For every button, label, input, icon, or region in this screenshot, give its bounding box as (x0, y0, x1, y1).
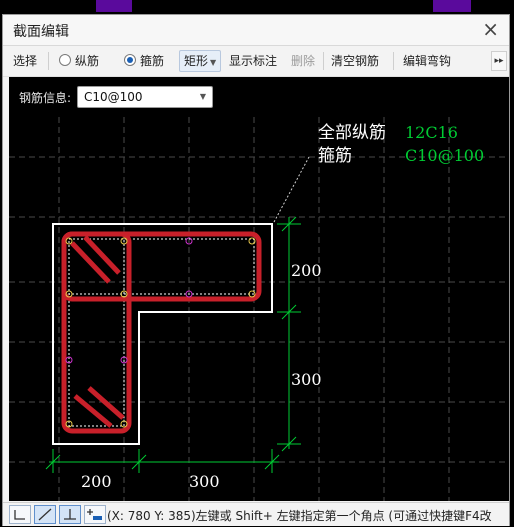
annotation-longitudinal-value: 12C16 (405, 123, 458, 142)
chevron-down-icon: ▼ (199, 92, 206, 101)
dialog-titlebar[interactable]: 截面编辑 × (3, 15, 509, 46)
bottom-dimension (45, 449, 280, 473)
stirrup-hook (70, 241, 111, 284)
ortho-icon (14, 510, 25, 520)
perpendicular-mode-button[interactable] (59, 505, 81, 524)
stirrups[interactable] (61, 231, 262, 434)
dimension-right-bottom: 300 (291, 370, 322, 389)
dimension-bottom-left: 200 (81, 472, 112, 491)
annotation-stirrup-label: 箍筋 (318, 146, 352, 166)
shape-dropdown[interactable]: 矩形 ▼ (179, 50, 222, 72)
rebar-info-value: C10@100 (84, 90, 143, 104)
toolbar: 选择 纵筋 箍筋 矩形 ▼ 显示标注 删除 清空钢筋 编辑弯钩 ▸▸ (3, 46, 509, 77)
dimension-right-top: 200 (291, 261, 322, 280)
vertical-stirrup (61, 231, 132, 434)
section-edit-dialog: 截面编辑 × 选择 纵筋 箍筋 矩形 ▼ 显示标注 删除 清空钢筋 编辑弯钩 ▸▸ (2, 14, 510, 526)
toolbar-separator (323, 52, 324, 70)
ortho-mode-button[interactable] (9, 505, 31, 524)
toolbar-overflow-button[interactable]: ▸▸ (491, 51, 507, 71)
status-text: (X: 780 Y: 385)左键或 Shift+ 左键指定第一个角点 (可通过… (107, 509, 492, 523)
clear-rebar-button[interactable]: 清空钢筋 (331, 46, 379, 76)
stirrup-radio[interactable] (124, 54, 136, 66)
add-point-button[interactable] (84, 505, 106, 524)
annotation-longitudinal-label: 全部纵筋 (318, 123, 386, 143)
chevron-down-icon: ▼ (210, 58, 217, 67)
toolbar-separator (48, 52, 49, 70)
select-button[interactable]: 选择 (13, 46, 37, 76)
rebar-info-select[interactable]: C10@100 ▼ (77, 86, 213, 108)
delete-button[interactable]: 删除 (291, 46, 315, 76)
diagonal-line-icon (38, 508, 52, 521)
add-point-icon (87, 509, 102, 520)
annotation-stirrup-value: C10@100 (405, 146, 484, 165)
show-annotation-button[interactable]: 显示标注 (229, 46, 277, 76)
edit-hook-button[interactable]: 编辑弯钩 (403, 46, 451, 76)
longitudinal-radio[interactable] (59, 54, 71, 66)
close-icon[interactable]: × (482, 18, 499, 40)
longitudinal-label[interactable]: 纵筋 (75, 46, 99, 76)
stirrup-hook (83, 235, 121, 275)
perpendicular-icon (64, 509, 76, 520)
dialog-title: 截面编辑 (13, 24, 69, 40)
background-purple-strip-right (433, 0, 471, 12)
statusbar: (X: 780 Y: 385)左键或 Shift+ 左键指定第一个角点 (可通过… (3, 502, 509, 526)
stirrup-label[interactable]: 箍筋 (140, 46, 164, 76)
rebar-info-label: 钢筋信息: (19, 91, 72, 105)
annotation-leader (273, 156, 310, 223)
shape-dropdown-label: 矩形 (184, 54, 209, 68)
right-dimension (277, 216, 301, 452)
drawing-svg: 全部纵筋 12C16 箍筋 C10@100 200 300 200 300 (9, 117, 509, 501)
drawing-canvas[interactable]: 全部纵筋 12C16 箍筋 C10@100 200 300 200 300 钢筋… (9, 77, 509, 501)
dimension-bottom-right: 300 (189, 472, 220, 491)
background-purple-strip-left (96, 0, 132, 12)
toolbar-separator (393, 52, 394, 70)
line-mode-button[interactable] (34, 505, 56, 524)
